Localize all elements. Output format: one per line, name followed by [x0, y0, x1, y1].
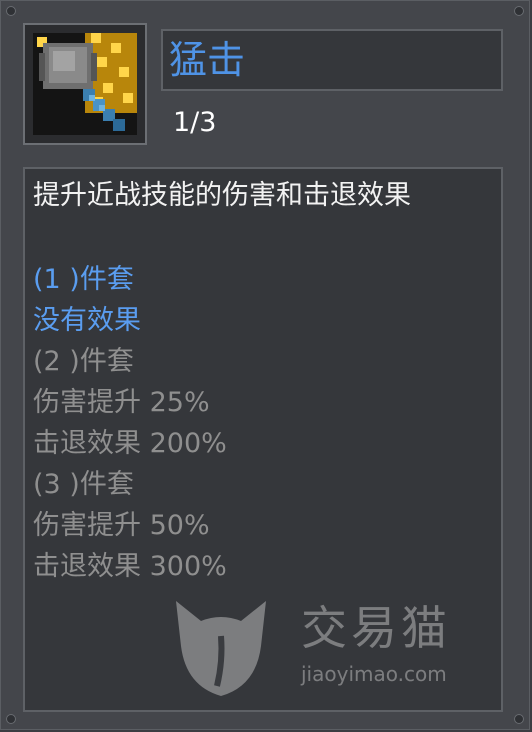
set-1-header: (1 )件套 [33, 264, 134, 295]
cat-logo-icon [176, 601, 266, 696]
set-3-effect-knockback: 击退效果 300% [33, 551, 227, 582]
set-1-effect: 没有效果 [33, 305, 141, 336]
set-2-effect-knockback: 击退效果 200% [33, 428, 227, 459]
set-2-effect-damage: 伤害提升 25% [33, 387, 210, 418]
set-3-header: (3 )件套 [33, 469, 134, 500]
corner-rivet [514, 714, 524, 724]
skill-name: 猛击 [169, 38, 246, 82]
corner-rivet [6, 714, 16, 724]
skill-icon-frame [23, 23, 147, 145]
corner-rivet [514, 6, 524, 16]
hammer-icon [33, 33, 137, 135]
watermark-title: 交易猫 [301, 601, 451, 655]
set-2-header: (2 )件套 [33, 346, 134, 377]
watermark: 交易猫 jiaoyimao.com [161, 591, 481, 701]
skill-description: 提升近战技能的伤害和击退效果 [33, 180, 411, 211]
skill-tooltip-panel: 猛击 1/3 提升近战技能的伤害和击退效果 (1 )件套 没有效果 (2 )件套… [0, 0, 530, 730]
set-3-effect-damage: 伤害提升 50% [33, 510, 210, 541]
corner-rivet [6, 6, 16, 16]
skill-level: 1/3 [173, 107, 217, 138]
watermark-url: jiaoyimao.com [301, 662, 447, 686]
skill-name-box: 猛击 [161, 29, 503, 91]
